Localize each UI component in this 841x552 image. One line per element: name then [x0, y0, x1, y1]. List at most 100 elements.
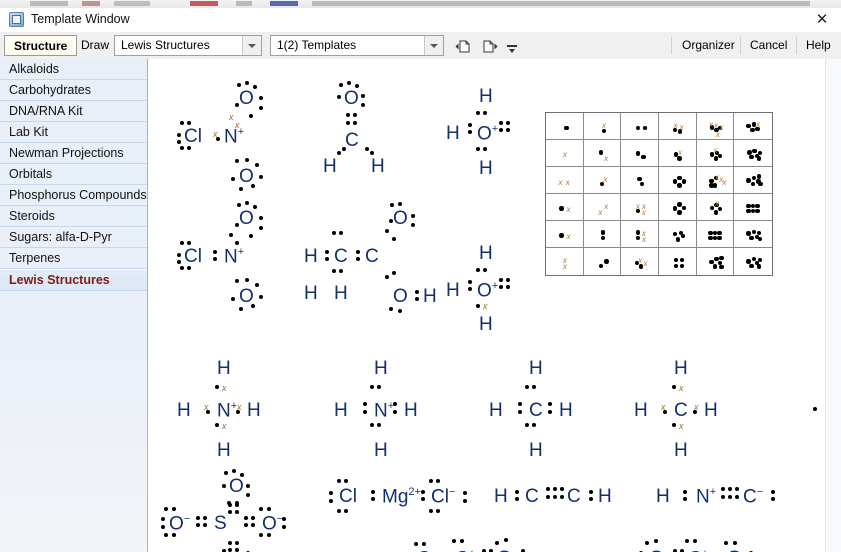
close-icon[interactable]: ✕ [811, 10, 833, 30]
dot-pattern-cell[interactable]: xx [583, 194, 622, 221]
sidebar-item-carbohydrates[interactable]: Carbohydrates [0, 80, 147, 101]
canvas-scrollbar[interactable] [825, 59, 841, 552]
electron-dot [251, 516, 255, 520]
sidebar-item-dna-rna-kit[interactable]: DNA/RNA Kit [0, 101, 147, 122]
electron-cross: x [562, 262, 567, 272]
electron-dot [392, 237, 396, 241]
toolbar-divider [740, 37, 741, 54]
dot-pattern-cell[interactable] [734, 248, 772, 275]
help-button[interactable]: Help [806, 36, 831, 55]
dot-pattern-cell[interactable]: xxx [696, 167, 735, 194]
sidebar-item-lewis-structures[interactable]: Lewis Structures [0, 269, 147, 291]
electron-dot [363, 410, 367, 414]
electron-dot [548, 402, 552, 406]
dot-pattern-cell[interactable] [696, 221, 735, 248]
dot-pattern-cell[interactable] [659, 221, 697, 248]
electron-dot [385, 275, 389, 279]
dot-pattern-cell[interactable] [584, 248, 622, 275]
category-dropdown[interactable]: Lewis Structures [114, 35, 262, 56]
tab-draw[interactable]: Draw [72, 35, 118, 56]
atom-h: H [634, 400, 648, 421]
dot-pattern-cell[interactable] [734, 221, 772, 248]
dot-pattern-cell[interactable]: x [583, 113, 622, 140]
template-canvas[interactable]: Cl x N+ Ox x O O C H H H H O+ H Cl N+ O O H C C O O H H H H H O+ x H N+… [149, 59, 825, 552]
electron-dot [693, 539, 697, 543]
dot-pattern-cell[interactable]: xx [621, 221, 659, 248]
sidebar-item-alkaloids[interactable]: Alkaloids [0, 59, 147, 80]
electron-dot [463, 499, 467, 503]
electron-dot [756, 174, 762, 179]
atom-cl: Cl [184, 126, 202, 147]
dot-pattern-cell[interactable]: xxx [621, 194, 659, 221]
sidebar-item-orbitals[interactable]: Orbitals [0, 164, 147, 185]
electron-dot [228, 541, 232, 545]
tab-structure[interactable]: Structure [4, 35, 78, 56]
dot-pattern-cell[interactable]: x [696, 140, 735, 167]
organizer-button[interactable]: Organizer [682, 36, 735, 55]
dot-pattern-cell[interactable] [621, 113, 659, 140]
dot-pattern-cell[interactable]: xx [546, 167, 584, 194]
electron-cross: x [709, 119, 714, 129]
electron-dot [637, 176, 642, 182]
sidebar-item-lab-kit[interactable]: Lab Kit [0, 122, 147, 143]
electron-dot [758, 182, 763, 187]
electron-dot [546, 487, 550, 491]
next-template-icon[interactable] [481, 39, 499, 54]
electron-dot [203, 523, 207, 527]
dot-pattern-cell[interactable]: x [734, 113, 772, 140]
atom-o: O [393, 208, 408, 229]
dot-pattern-cell[interactable]: x [696, 194, 735, 221]
dot-pattern-cell[interactable]: xx [546, 248, 584, 275]
electron-dot [228, 510, 232, 514]
electron-dot [506, 128, 510, 132]
electron-dot [393, 410, 397, 414]
electron-dot [599, 263, 604, 269]
electron-dot [721, 495, 725, 499]
electron-dot [635, 126, 641, 131]
electron-dot [719, 256, 724, 261]
electron-dot [415, 290, 419, 294]
sidebar-item-phosphorus-compounds[interactable]: Phosphorus Compounds [0, 185, 147, 206]
atom-h: H [529, 440, 543, 461]
dot-pattern-cell[interactable] [621, 167, 659, 194]
dot-pattern-cell[interactable]: xxxx [696, 113, 735, 140]
dot-pattern-cell[interactable]: xx [621, 248, 659, 275]
electron-dot [560, 487, 564, 491]
electron-dot-pattern-palette[interactable]: xxxxxxxxxxxxxxxxxxxxxxxxxxxxxxxx [545, 112, 773, 276]
dot-pattern-cell[interactable] [734, 194, 772, 221]
dot-pattern-cell[interactable]: x [583, 167, 622, 194]
atom-h: H [674, 440, 688, 461]
electron-dot [259, 295, 263, 299]
dot-pattern-cell[interactable]: x [583, 140, 622, 167]
atom-o: O [239, 88, 254, 109]
electron-dot [245, 201, 249, 205]
dot-pattern-cell[interactable]: x [546, 140, 584, 167]
dot-pattern-cell[interactable]: x [546, 221, 584, 248]
dot-pattern-cell[interactable] [583, 221, 622, 248]
electron-dot [180, 121, 184, 125]
cancel-button[interactable]: Cancel [750, 36, 787, 55]
dot-pattern-cell[interactable] [659, 194, 697, 221]
sidebar-item-steroids[interactable]: Steroids [0, 206, 147, 227]
electron-dot [411, 223, 415, 227]
dot-pattern-cell[interactable] [734, 167, 772, 194]
sidebar-item-newman-projections[interactable]: Newman Projections [0, 143, 147, 164]
dot-pattern-cell[interactable] [621, 140, 659, 167]
dot-pattern-cell[interactable] [659, 248, 697, 275]
sidebar-item-terpenes[interactable]: Terpenes [0, 248, 147, 269]
more-options-icon[interactable] [507, 43, 517, 55]
dot-pattern-cell[interactable]: x [546, 194, 584, 221]
electron-cross: x [722, 177, 727, 187]
previous-template-icon[interactable] [455, 39, 473, 54]
electron-dot [672, 385, 676, 389]
dot-pattern-cell[interactable] [546, 113, 584, 140]
dot-pattern-cell[interactable] [734, 140, 772, 167]
electron-dot [679, 263, 684, 269]
dot-pattern-cell[interactable] [659, 167, 697, 194]
dot-pattern-cell[interactable]: x [659, 140, 697, 167]
template-dropdown[interactable]: 1(2) Templates [270, 35, 444, 56]
electron-dot [429, 479, 433, 483]
dot-pattern-cell[interactable] [697, 248, 735, 275]
dot-pattern-cell[interactable]: xx [659, 113, 697, 140]
sidebar-item-sugars-alfa-d-pyr[interactable]: Sugars: alfa-D-Pyr [0, 227, 147, 248]
